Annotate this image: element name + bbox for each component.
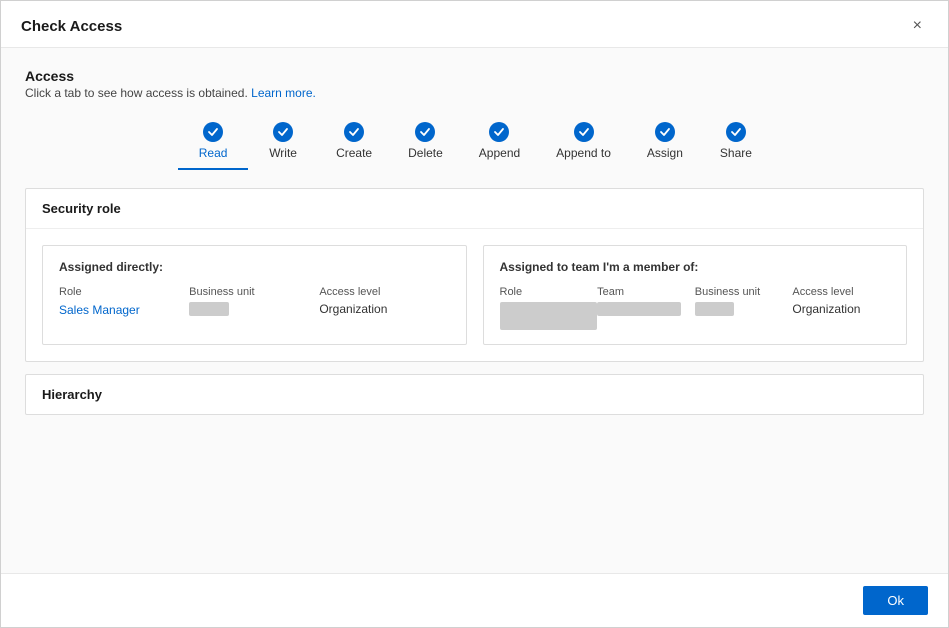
tab-assign-label: Assign bbox=[647, 146, 683, 160]
share-check-icon bbox=[726, 122, 746, 142]
assigned-to-team-title: Assigned to team I'm a member of: bbox=[500, 260, 891, 274]
check-access-dialog: Check Access × Access Click a tab to see… bbox=[0, 0, 949, 628]
team-name-blurred: test group team bbox=[597, 302, 680, 316]
tab-create[interactable]: Create bbox=[318, 116, 390, 170]
role-link-manager[interactable]: Manager bbox=[89, 303, 140, 317]
bu-cell: can731 bbox=[189, 302, 319, 316]
assigned-to-team-col-headers: Role Team Business unit Access level bbox=[500, 286, 891, 298]
tab-create-label: Create bbox=[336, 146, 372, 160]
tab-read[interactable]: Read bbox=[178, 116, 248, 170]
tab-read-label: Read bbox=[199, 146, 228, 160]
team-name-cell: test group team bbox=[597, 302, 695, 316]
team-role-cell: Common Data Serv... bbox=[500, 302, 598, 330]
team-role-blurred: Common Data Serv... bbox=[500, 302, 598, 330]
col-header-access: Access level bbox=[319, 286, 449, 298]
hierarchy-section: Hierarchy bbox=[25, 374, 924, 415]
tab-share-label: Share bbox=[720, 146, 752, 160]
append-to-check-icon bbox=[574, 122, 594, 142]
tabs-row: Read Write Create bbox=[25, 116, 924, 170]
tab-append-label: Append bbox=[479, 146, 520, 160]
tab-delete-label: Delete bbox=[408, 146, 443, 160]
tab-append-to-label: Append to bbox=[556, 146, 611, 160]
col-header-bu2: Business unit bbox=[695, 286, 793, 298]
tab-assign[interactable]: Assign bbox=[629, 116, 701, 170]
access-section: Access Click a tab to see how access is … bbox=[25, 68, 924, 170]
assigned-directly-table: Role Business unit Access level Sales Ma… bbox=[59, 286, 450, 317]
dialog-footer: Ok bbox=[1, 573, 948, 627]
delete-check-icon bbox=[415, 122, 435, 142]
col-header-team: Team bbox=[597, 286, 695, 298]
learn-more-link[interactable]: Learn more. bbox=[251, 86, 316, 100]
col-header-access2: Access level bbox=[792, 286, 890, 298]
dialog-title: Check Access bbox=[21, 18, 122, 35]
append-check-icon bbox=[489, 122, 509, 142]
ok-button[interactable]: Ok bbox=[863, 586, 928, 615]
assigned-directly-col-headers: Role Business unit Access level bbox=[59, 286, 450, 298]
assigned-directly-row: Sales Manager can731 Organization bbox=[59, 302, 450, 317]
access-subtitle: Click a tab to see how access is obtaine… bbox=[25, 86, 924, 100]
tab-append[interactable]: Append bbox=[461, 116, 538, 170]
assigned-directly-title: Assigned directly: bbox=[59, 260, 450, 274]
assigned-to-team-table: Role Team Business unit Access level Com… bbox=[500, 286, 891, 330]
bu-blurred: can731 bbox=[189, 302, 228, 316]
access-title: Access bbox=[25, 68, 924, 84]
role-link-sales[interactable]: Sales bbox=[59, 303, 89, 317]
dialog-header: Check Access × bbox=[1, 1, 948, 48]
security-role-section: Security role Assigned directly: Role Bu… bbox=[25, 188, 924, 362]
role-cell: Sales Manager bbox=[59, 302, 189, 317]
write-check-icon bbox=[273, 122, 293, 142]
assigned-directly-card: Assigned directly: Role Business unit Ac… bbox=[42, 245, 467, 345]
close-button[interactable]: × bbox=[907, 15, 928, 37]
col-header-role2: Role bbox=[500, 286, 598, 298]
security-role-header: Security role bbox=[26, 189, 923, 229]
tab-write-label: Write bbox=[269, 146, 297, 160]
access-cell: Organization bbox=[319, 302, 449, 316]
tab-delete[interactable]: Delete bbox=[390, 116, 461, 170]
security-role-body: Assigned directly: Role Business unit Ac… bbox=[26, 229, 923, 361]
assigned-to-team-row: Common Data Serv... test group team can7… bbox=[500, 302, 891, 330]
create-check-icon bbox=[344, 122, 364, 142]
tab-write[interactable]: Write bbox=[248, 116, 318, 170]
tab-share[interactable]: Share bbox=[701, 116, 771, 170]
col-header-role: Role bbox=[59, 286, 189, 298]
team-bu-cell: can731 bbox=[695, 302, 793, 316]
read-check-icon bbox=[203, 122, 223, 142]
dialog-body: Access Click a tab to see how access is … bbox=[1, 48, 948, 573]
tab-append-to[interactable]: Append to bbox=[538, 116, 629, 170]
assigned-to-team-card: Assigned to team I'm a member of: Role T… bbox=[483, 245, 908, 345]
team-access-cell: Organization bbox=[792, 302, 890, 316]
assign-check-icon bbox=[655, 122, 675, 142]
hierarchy-header: Hierarchy bbox=[26, 375, 923, 414]
col-header-bu: Business unit bbox=[189, 286, 319, 298]
team-bu-blurred: can731 bbox=[695, 302, 734, 316]
